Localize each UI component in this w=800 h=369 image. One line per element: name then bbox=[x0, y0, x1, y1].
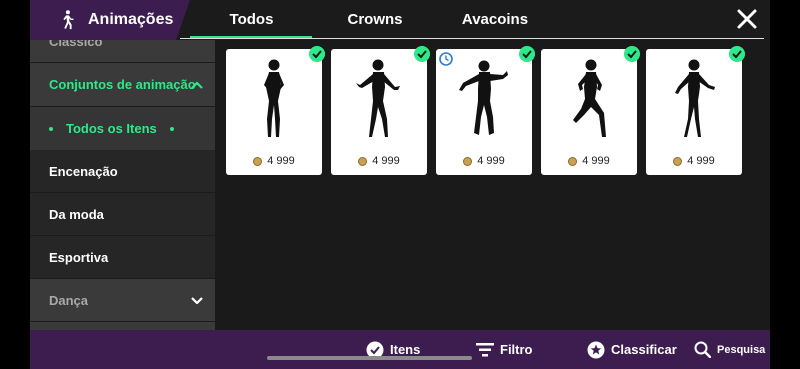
close-icon[interactable] bbox=[736, 8, 758, 30]
animation-item-card[interactable]: 4 999 bbox=[436, 46, 535, 175]
sidebar-item-label: Dança bbox=[49, 292, 89, 308]
price-label: 4 999 bbox=[541, 155, 637, 167]
sidebar-item-conjuntos-de-animacao[interactable]: Conjuntos de animação bbox=[30, 63, 215, 106]
avacoin-icon bbox=[673, 156, 683, 166]
animation-item-card[interactable]: 4 999 bbox=[331, 46, 430, 175]
breakdance-pose-figure bbox=[459, 60, 508, 135]
filter-icon bbox=[476, 342, 494, 356]
avacoin-icon bbox=[463, 156, 473, 166]
chevron-down-icon bbox=[191, 297, 203, 304]
sidebar-item-label: Da moda bbox=[49, 206, 104, 222]
bottom-toolbar: Itens Filtro Classificar Pesquisa bbox=[30, 330, 770, 369]
bullet-dot bbox=[49, 126, 53, 131]
search-icon bbox=[694, 341, 711, 358]
owned-check-icon bbox=[519, 46, 535, 62]
sidebar-item-esportiva[interactable]: Esportiva bbox=[30, 236, 215, 278]
classificar-button[interactable]: Classificar bbox=[587, 330, 677, 369]
pesquisa-button[interactable]: Pesquisa bbox=[694, 330, 765, 369]
price-value: 4 999 bbox=[372, 155, 400, 167]
sidebar-item-label: Clássico bbox=[49, 40, 103, 49]
bullet-dot bbox=[169, 126, 174, 131]
price-value: 4 999 bbox=[477, 155, 505, 167]
itens-label: Itens bbox=[390, 342, 421, 357]
avacoin-icon bbox=[358, 156, 368, 166]
relaxed-pose-figure bbox=[675, 59, 715, 137]
itens-button[interactable]: Itens bbox=[366, 330, 420, 369]
animation-item-card[interactable]: 4 999 bbox=[646, 46, 745, 175]
price-label: 4 999 bbox=[436, 155, 532, 167]
price-label: 4 999 bbox=[226, 155, 322, 167]
pesquisa-label: Pesquisa bbox=[717, 343, 766, 356]
clock-icon bbox=[439, 52, 453, 66]
sidebar-item-label: Todos os Itens bbox=[66, 121, 157, 136]
title-tab: Animações bbox=[30, 0, 190, 40]
owned-check-icon bbox=[309, 46, 325, 62]
header-divider bbox=[180, 38, 764, 39]
sidebar-item-encenacao[interactable]: Encenação bbox=[30, 150, 215, 192]
chevron-up-icon bbox=[191, 80, 203, 89]
dance-pose-figure bbox=[356, 59, 400, 137]
avacoin-icon bbox=[253, 156, 263, 166]
star-circle-icon bbox=[587, 341, 605, 358]
sidebar-item-danca[interactable]: Dança bbox=[30, 279, 215, 321]
kick-pose-figure bbox=[573, 59, 606, 137]
filtro-label: Filtro bbox=[500, 342, 533, 357]
home-indicator[interactable] bbox=[267, 356, 472, 360]
standing-pose-figure bbox=[264, 59, 284, 137]
app-window: Animações Todos Crowns Avacoins Clássico… bbox=[30, 0, 770, 369]
price-label: 4 999 bbox=[646, 155, 742, 167]
animation-item-card[interactable]: 4 999 bbox=[226, 46, 325, 175]
animation-item-card[interactable]: 4 999 bbox=[541, 46, 640, 175]
filtro-button[interactable]: Filtro bbox=[476, 330, 533, 369]
sidebar-item-label: Esportiva bbox=[49, 249, 109, 265]
owned-check-icon bbox=[624, 46, 640, 62]
sidebar-item-label: Encenação bbox=[49, 163, 118, 179]
page-title: Animações bbox=[88, 11, 174, 28]
sidebar-item-classico[interactable]: Clássico bbox=[30, 40, 215, 62]
tab-crowns[interactable]: Crowns bbox=[320, 0, 430, 38]
owned-check-icon bbox=[414, 46, 430, 62]
tab-avacoins[interactable]: Avacoins bbox=[440, 0, 550, 38]
sidebar-item-label: Conjuntos de animação bbox=[49, 77, 196, 92]
sidebar: Clássico Conjuntos de animação Todos os … bbox=[30, 40, 215, 330]
price-value: 4 999 bbox=[267, 155, 295, 167]
price-value: 4 999 bbox=[582, 155, 610, 167]
sidebar-item-todos-os-itens[interactable]: Todos os Itens bbox=[30, 107, 215, 150]
avacoin-icon bbox=[568, 156, 578, 166]
price-label: 4 999 bbox=[331, 155, 427, 167]
person-walking-icon bbox=[56, 9, 78, 31]
tab-todos[interactable]: Todos bbox=[190, 0, 313, 38]
sidebar-item-da-moda[interactable]: Da moda bbox=[30, 193, 215, 235]
sidebar-item-partial bbox=[30, 322, 215, 330]
classificar-label: Classificar bbox=[611, 342, 677, 357]
owned-check-icon bbox=[729, 46, 745, 62]
price-value: 4 999 bbox=[687, 155, 715, 167]
header: Animações Todos Crowns Avacoins bbox=[30, 0, 770, 40]
